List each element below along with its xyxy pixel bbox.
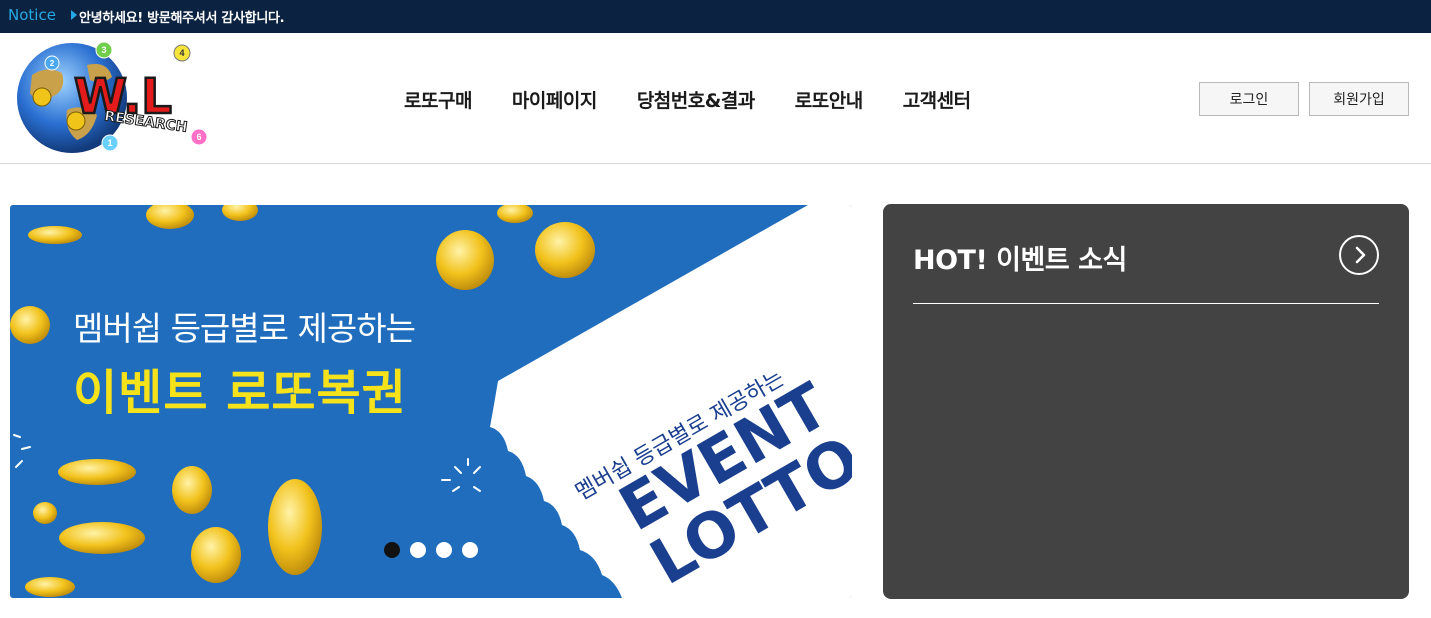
login-button[interactable]: 로그인 [1199, 82, 1299, 116]
nav-item-guide[interactable]: 로또안내 [795, 86, 863, 113]
svg-text:2: 2 [50, 59, 55, 68]
site-logo[interactable]: 2 3 4 6 1 W.L RESEARCH [12, 35, 212, 161]
notice-label: Notice [8, 6, 56, 24]
hot-event-panel: HOT! 이벤트 소식 [883, 204, 1409, 599]
divider [913, 303, 1379, 304]
event-banner[interactable]: 멤버쉽 등급별로 제공하는 EVENT LOTTO 멤버쉽 등급별로 제공하는 … [10, 205, 852, 598]
site-header: 2 3 4 6 1 W.L RESEARCH 로또구매 마이페이지 당첨번호&결… [0, 33, 1431, 164]
nav-item-mypage[interactable]: 마이페이지 [512, 86, 597, 113]
nav-item-support[interactable]: 고객센터 [903, 86, 971, 113]
play-arrow-icon [71, 10, 77, 20]
svg-text:1: 1 [107, 138, 112, 148]
svg-text:6: 6 [196, 132, 201, 142]
event-panel-title: HOT! 이벤트 소식 [913, 245, 1127, 276]
main-nav: 로또구매 마이페이지 당첨번호&결과 로또안내 고객센터 [404, 86, 1011, 113]
chevron-right-icon [1355, 246, 1366, 264]
slider-dots [384, 542, 488, 558]
nav-item-buy[interactable]: 로또구매 [404, 86, 472, 113]
slider-dot[interactable] [410, 542, 426, 558]
signup-button[interactable]: 회원가입 [1309, 82, 1409, 116]
slider-dot[interactable] [462, 542, 478, 558]
svg-text:4: 4 [179, 48, 184, 58]
slider-dot[interactable] [436, 542, 452, 558]
slider-dot[interactable] [384, 542, 400, 558]
svg-text:3: 3 [101, 45, 106, 55]
notice-bar: Notice 안녕하세요! 방문해주셔서 감사합니다. [0, 0, 1431, 33]
banner-subtitle: 멤버쉽 등급별로 제공하는 [73, 309, 416, 348]
nav-item-results[interactable]: 당첨번호&결과 [637, 86, 755, 113]
banner-title: 이벤트 로또복권 [73, 365, 407, 421]
notice-message[interactable]: 안녕하세요! 방문해주셔서 감사합니다. [79, 7, 285, 26]
event-more-button[interactable] [1339, 235, 1379, 275]
logo-graphic: 2 3 4 6 1 W.L RESEARCH [17, 41, 208, 153]
